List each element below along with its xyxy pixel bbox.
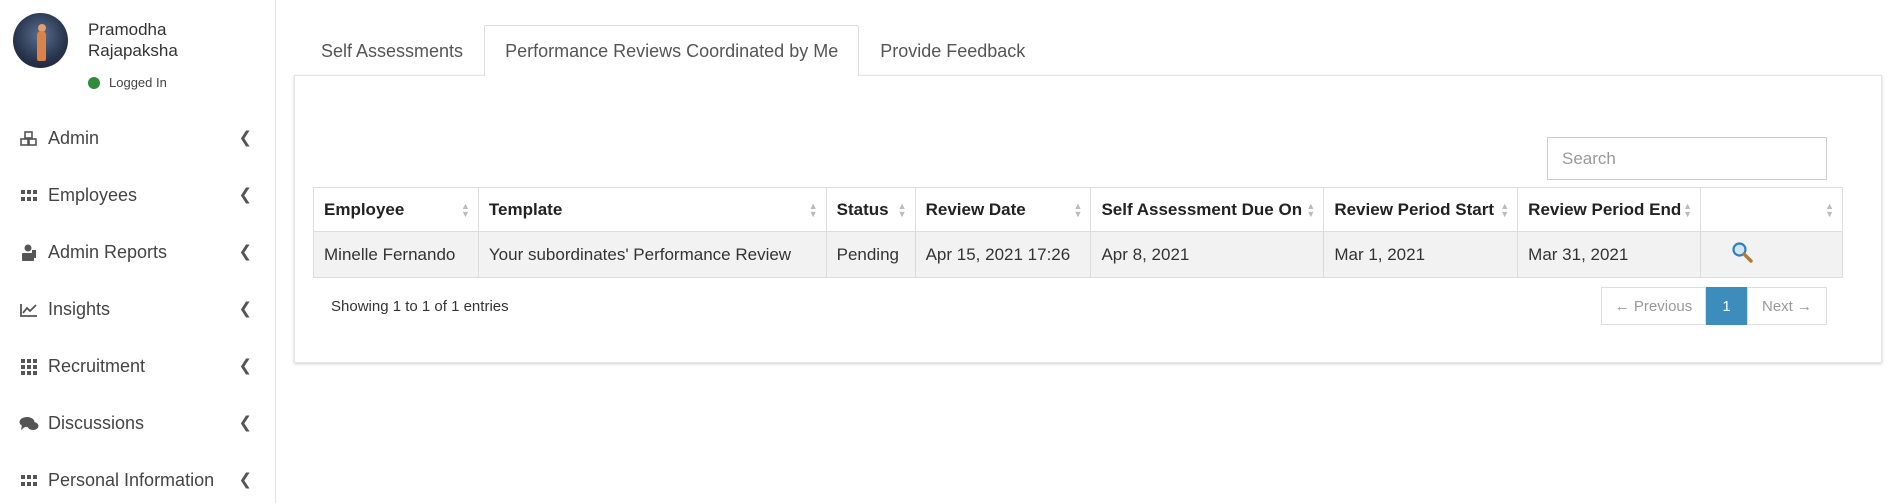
sidebar-item-label: Admin Reports	[48, 242, 168, 262]
chevron-left-icon: ❮	[238, 128, 252, 146]
column-header-status[interactable]: Status ▲ ▼	[825, 187, 916, 232]
sort-icon: ▲ ▼	[1825, 200, 1834, 219]
chevron-left-icon: ❮	[238, 299, 252, 317]
cell-review-date: Apr 15, 2021 17:26	[914, 231, 1092, 278]
sidebar-item-label: Recruitment	[48, 356, 146, 376]
cell-review-period-end: Mar 31, 2021	[1517, 231, 1702, 278]
cell-actions	[1700, 231, 1843, 278]
table-info: Showing 1 to 1 of 1 entries	[331, 298, 509, 315]
cubes-icon	[19, 129, 39, 149]
sidebar: Pramodha Rajapaksha Logged In Admin ❮ Em…	[0, 0, 276, 503]
sidebar-menu: Admin ❮ Employees ❮ Admin Reports ❮ Insi…	[0, 110, 276, 503]
user-panel: Pramodha Rajapaksha Logged In	[0, 0, 276, 110]
sidebar-item-label: Personal Information	[48, 470, 215, 490]
next-page-button[interactable]: Next →	[1747, 287, 1827, 325]
sidebar-item-admin[interactable]: Admin ❮	[0, 110, 276, 167]
column-header-self-assessment-due[interactable]: Self Assessment Due On ▲ ▼	[1090, 187, 1325, 232]
sort-icon: ▲ ▼	[808, 200, 818, 219]
cell-status: Pending	[825, 231, 916, 278]
user-status: Logged In	[88, 75, 167, 90]
sort-icon: ▲ ▼	[1073, 200, 1083, 219]
column-header-employee[interactable]: Employee ▲ ▼	[313, 187, 479, 232]
search-input[interactable]	[1547, 137, 1827, 180]
chevron-left-icon: ❮	[238, 185, 252, 203]
search-icon[interactable]	[1731, 241, 1753, 268]
tab-bar: Self Assessments Performance Reviews Coo…	[300, 25, 1046, 76]
sidebar-item-label: Employees	[48, 185, 138, 205]
sidebar-item-label: Admin	[48, 128, 100, 148]
th-icon	[19, 357, 39, 377]
online-status-icon	[88, 76, 100, 89]
reviews-table: Employee ▲ ▼ Template ▲ ▼ Status ▲ ▼ Review Da…	[313, 187, 1843, 278]
column-header-review-date[interactable]: Review Date ▲ ▼	[914, 187, 1092, 232]
column-header-actions[interactable]: ▲ ▼	[1700, 187, 1843, 232]
column-header-review-period-start[interactable]: Review Period Start ▲ ▼	[1323, 187, 1519, 232]
grid-icon	[19, 186, 39, 206]
user-name: Pramodha Rajapaksha	[88, 20, 178, 60]
sidebar-item-discussions[interactable]: Discussions ❮	[0, 395, 276, 452]
sidebar-item-label: Discussions	[48, 413, 145, 433]
comments-icon	[19, 414, 39, 434]
tab-self-assessments[interactable]: Self Assessments	[300, 25, 484, 76]
sidebar-item-label: Insights	[48, 299, 111, 319]
cell-review-period-start: Mar 1, 2021	[1323, 231, 1519, 278]
column-header-review-period-end[interactable]: Review Period End ▲ ▼	[1517, 187, 1702, 232]
sort-icon: ▲ ▼	[897, 200, 907, 219]
line-chart-icon	[19, 300, 39, 320]
chevron-left-icon: ❮	[238, 413, 252, 431]
sort-icon: ▲ ▼	[460, 200, 470, 219]
sidebar-item-employees[interactable]: Employees ❮	[0, 167, 276, 224]
cell-self-assessment-due: Apr 8, 2021	[1090, 231, 1325, 278]
sort-icon: ▲ ▼	[1500, 200, 1510, 219]
avatar[interactable]	[13, 13, 68, 68]
sidebar-item-personal-information[interactable]: Personal Information ❮	[0, 452, 276, 503]
column-header-template[interactable]: Template ▲ ▼	[477, 187, 827, 232]
user-report-icon	[19, 243, 39, 263]
sidebar-item-insights[interactable]: Insights ❮	[0, 281, 276, 338]
tab-performance-reviews-coordinated[interactable]: Performance Reviews Coordinated by Me	[484, 25, 860, 76]
chevron-left-icon: ❮	[238, 356, 252, 374]
sidebar-item-admin-reports[interactable]: Admin Reports ❮	[0, 224, 276, 281]
pagination: ← Previous 1 Next →	[1601, 287, 1827, 325]
chevron-left-icon: ❮	[238, 242, 252, 260]
user-status-label: Logged In	[109, 75, 167, 90]
sort-icon: ▲ ▼	[1306, 200, 1316, 219]
sidebar-item-recruitment[interactable]: Recruitment ❮	[0, 338, 276, 395]
tab-provide-feedback[interactable]: Provide Feedback	[859, 25, 1046, 76]
cell-template: Your subordinates' Performance Review	[477, 231, 827, 278]
table-row: Minelle Fernando Your subordinates' Perf…	[313, 231, 1843, 278]
chevron-left-icon: ❮	[238, 470, 252, 488]
sort-icon: ▲ ▼	[1683, 200, 1693, 219]
page-1-button[interactable]: 1	[1706, 287, 1747, 325]
previous-page-button[interactable]: ← Previous	[1601, 287, 1706, 325]
table-header-row: Employee ▲ ▼ Template ▲ ▼ Status ▲ ▼ Review Da…	[313, 187, 1843, 232]
cell-employee: Minelle Fernando	[313, 231, 479, 278]
grid-icon	[19, 471, 39, 491]
